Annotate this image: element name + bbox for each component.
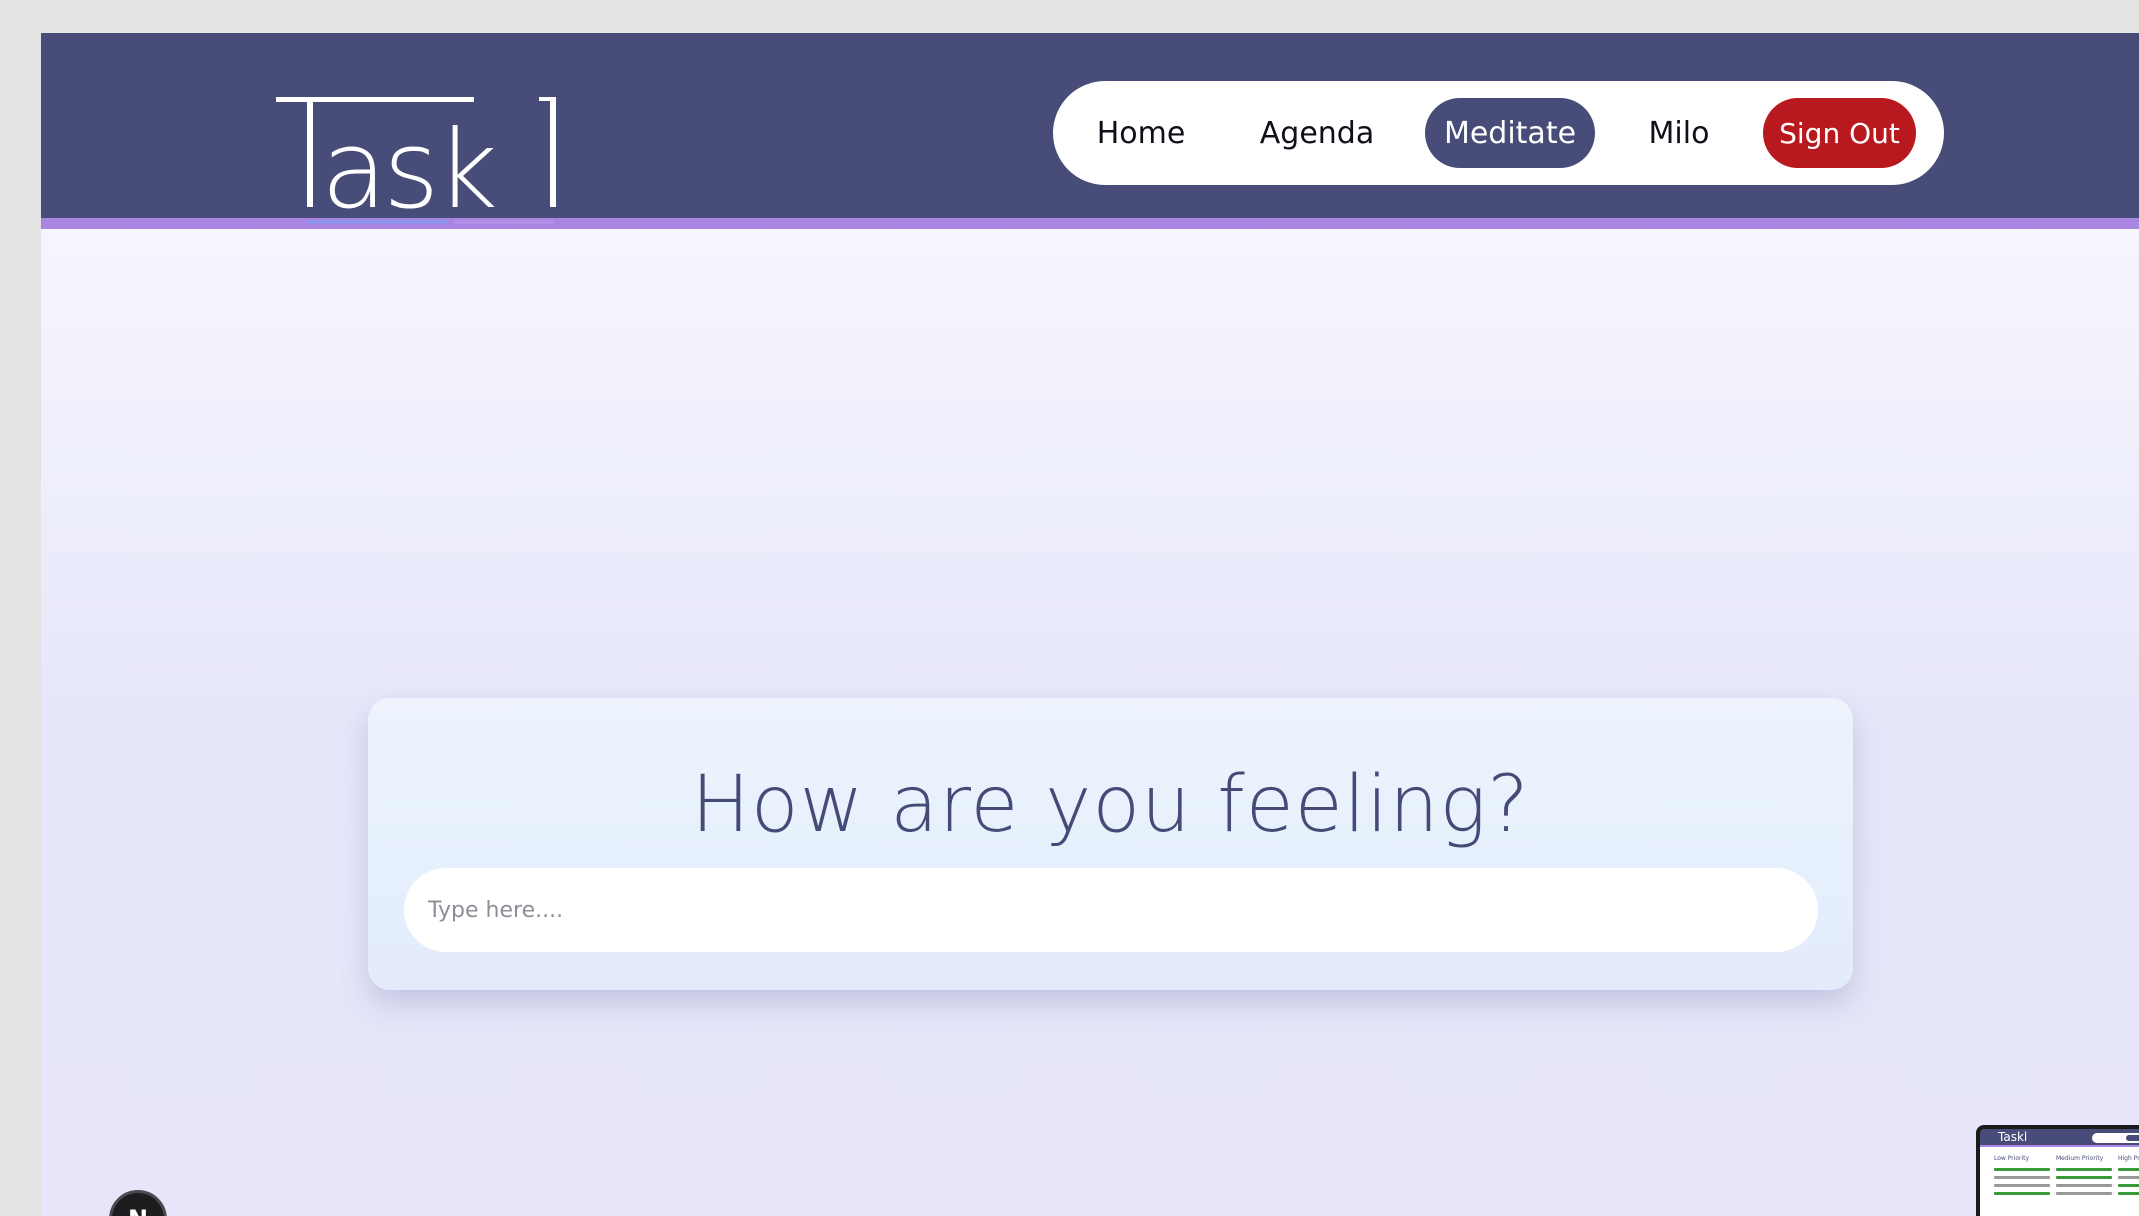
svg-text:ask: ask bbox=[321, 108, 495, 233]
nav-menu: Home Agenda Meditate Milo Sign Out bbox=[1053, 81, 1944, 185]
nav-home-link[interactable]: Home bbox=[1081, 98, 1201, 168]
nav-meditate-link[interactable]: Meditate bbox=[1425, 98, 1595, 168]
app-window: ask Home Agenda Meditate Milo Sign Out H… bbox=[41, 33, 2139, 1216]
taskl-logo-graphic: ask bbox=[276, 97, 556, 233]
preview-column: Low Priority bbox=[1994, 1155, 2050, 1195]
top-navbar: ask Home Agenda Meditate Milo Sign Out bbox=[41, 33, 2139, 233]
preview-screen: Taskl Low Priority Medium Priority High … bbox=[1980, 1129, 2139, 1216]
preview-nav-pill bbox=[2092, 1133, 2139, 1143]
preview-navbar: Taskl bbox=[1980, 1129, 2139, 1147]
nextjs-n-icon: N bbox=[128, 1205, 148, 1216]
preview-column-title: High Priority bbox=[2118, 1155, 2139, 1162]
preview-logo: Taskl bbox=[1998, 1130, 2028, 1144]
sign-out-button[interactable]: Sign Out bbox=[1763, 98, 1916, 168]
page-title: How are you feeling? bbox=[691, 760, 1530, 850]
window-preview-thumbnail[interactable]: Taskl Low Priority Medium Priority High … bbox=[1976, 1125, 2139, 1216]
preview-column: Medium Priority bbox=[2056, 1155, 2112, 1195]
preview-column-title: Low Priority bbox=[1994, 1155, 2030, 1162]
feeling-input[interactable] bbox=[404, 868, 1818, 952]
nextjs-dev-badge[interactable]: N bbox=[109, 1190, 167, 1216]
taskl-logo[interactable]: ask bbox=[274, 63, 584, 233]
preview-column: High Priority bbox=[2118, 1155, 2139, 1195]
feeling-card: How are you feeling? bbox=[368, 698, 1853, 990]
nav-milo-link[interactable]: Milo bbox=[1631, 98, 1727, 168]
preview-column-title: Medium Priority bbox=[2056, 1155, 2104, 1162]
nav-agenda-link[interactable]: Agenda bbox=[1239, 98, 1395, 168]
